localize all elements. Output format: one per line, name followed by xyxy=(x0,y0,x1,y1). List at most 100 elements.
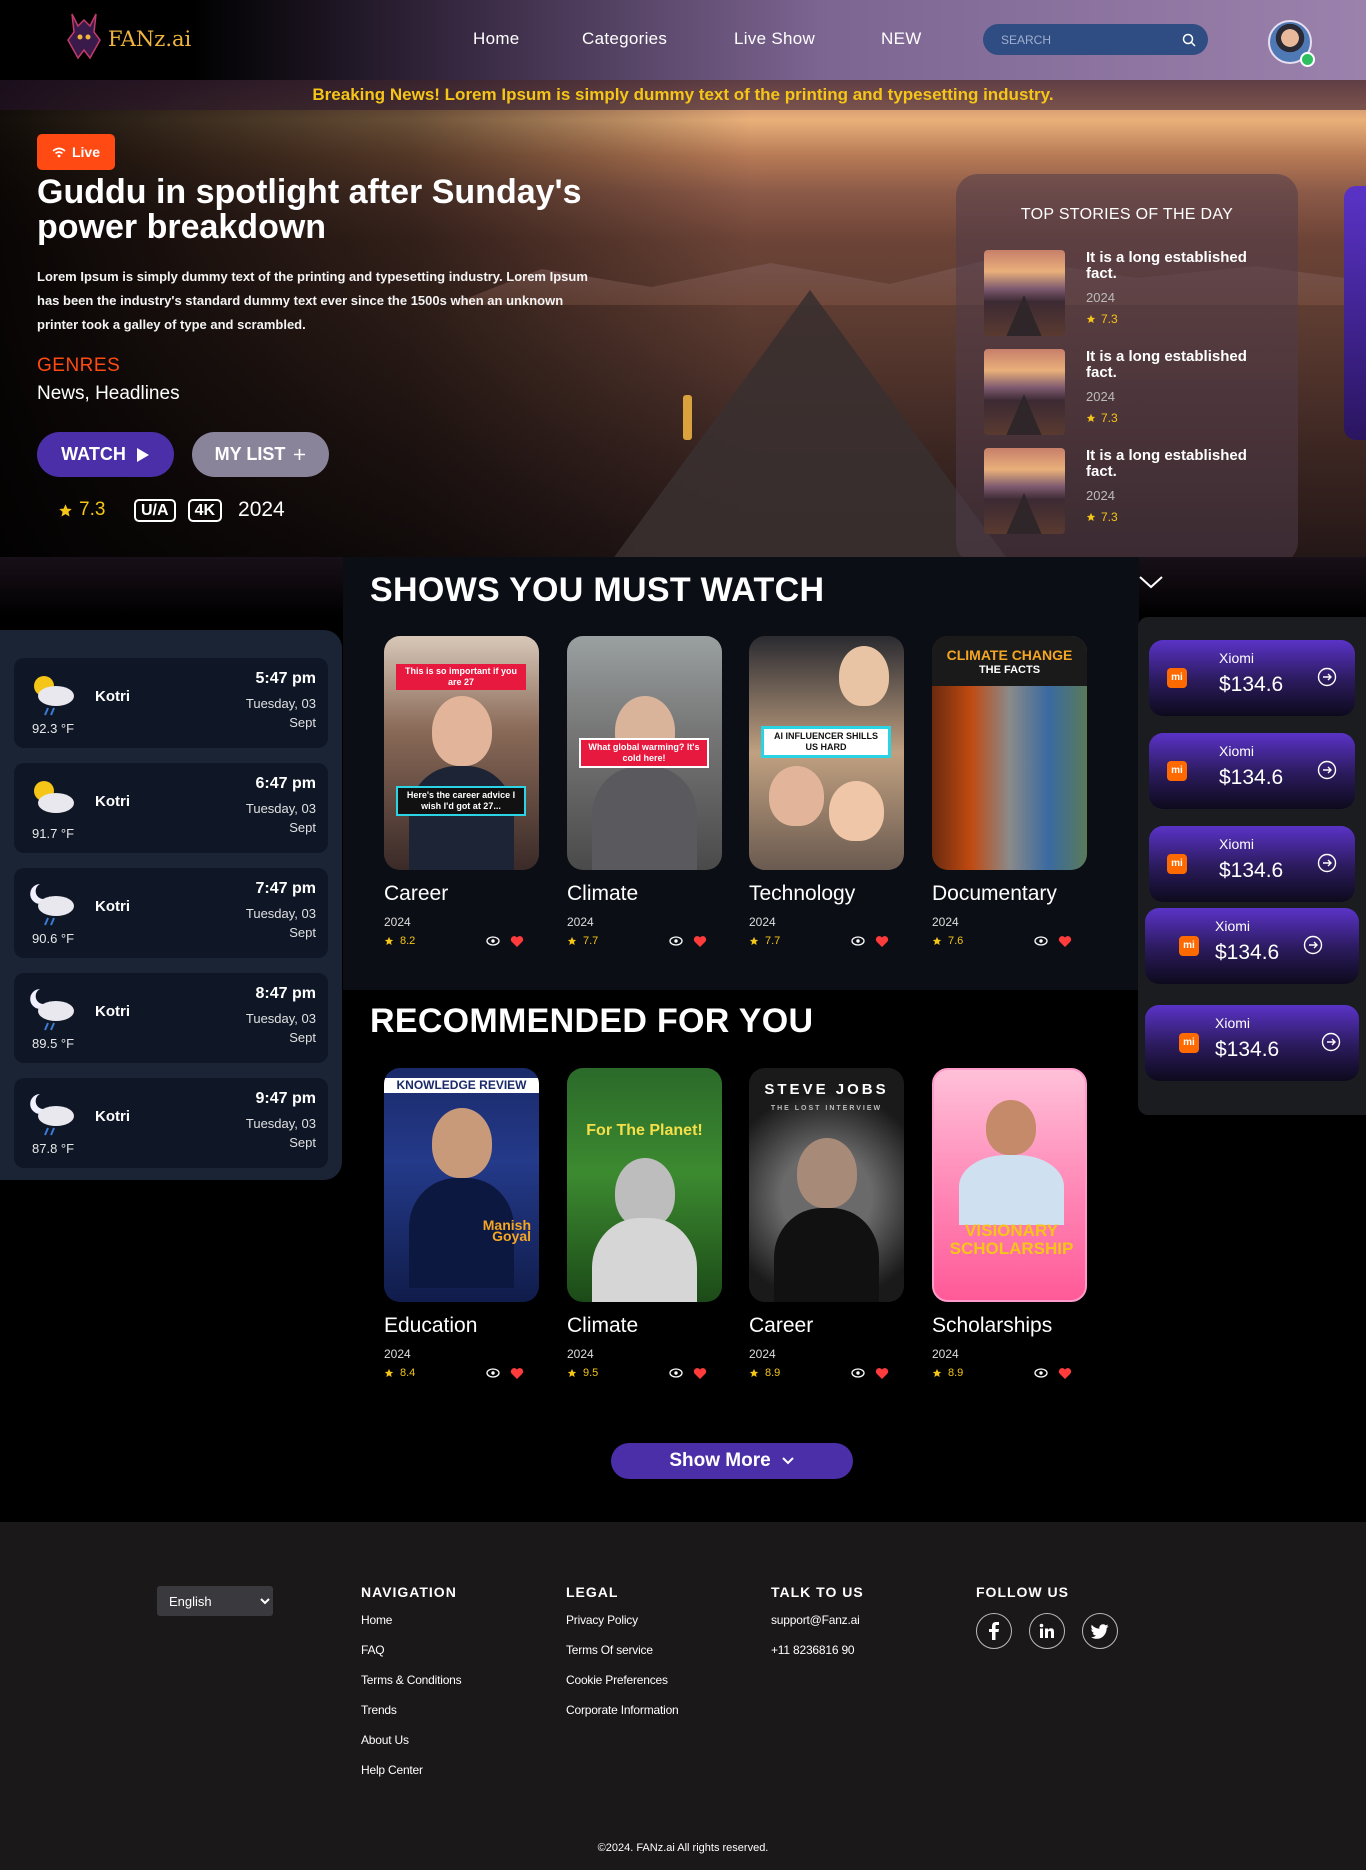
arrow-right-circle-icon[interactable] xyxy=(1317,760,1337,780)
logo[interactable]: FANz.ai xyxy=(66,10,191,62)
price-card[interactable]: mi Xiomi $134.6 xyxy=(1145,908,1359,984)
side-accent-tab[interactable] xyxy=(1344,186,1366,440)
twitter-icon[interactable] xyxy=(1082,1613,1118,1649)
footer-phone[interactable]: +11 8236816 90 xyxy=(771,1643,864,1657)
weather-time: 5:47 pm xyxy=(255,670,316,687)
card-year: 2024 xyxy=(932,1347,959,1361)
price-value: $134.6 xyxy=(1219,859,1284,882)
weather-month: Sept xyxy=(289,1030,316,1045)
eye-icon[interactable] xyxy=(669,935,683,947)
card-rating: 8.9 xyxy=(749,1367,780,1379)
arrow-right-circle-icon[interactable] xyxy=(1317,853,1337,873)
heart-icon[interactable] xyxy=(1058,1367,1072,1380)
mi-logo-icon: mi xyxy=(1167,668,1187,688)
eye-icon[interactable] xyxy=(851,935,865,947)
card-label: Climate xyxy=(567,882,639,905)
show-card-career[interactable]: This is so important if you are 27 Here'… xyxy=(384,636,539,947)
my-list-button[interactable]: MY LIST xyxy=(192,432,329,477)
language-select[interactable]: English xyxy=(157,1586,273,1616)
eye-icon[interactable] xyxy=(1034,1367,1048,1379)
nav-new[interactable]: NEW xyxy=(881,29,922,49)
chevron-down-icon[interactable] xyxy=(1138,572,1164,592)
footer-follow: FOLLOW US xyxy=(976,1584,1118,1649)
rec-card-education[interactable]: KNOWLEDGE REVIEW Manish Goyal Education … xyxy=(384,1068,539,1379)
heart-icon[interactable] xyxy=(693,935,707,948)
nav-categories[interactable]: Categories xyxy=(582,29,667,49)
footer-link-cookies[interactable]: Cookie Preferences xyxy=(566,1673,679,1687)
heart-icon[interactable] xyxy=(1058,935,1072,948)
heart-icon[interactable] xyxy=(693,1367,707,1380)
arrow-right-circle-icon[interactable] xyxy=(1317,667,1337,687)
watch-button[interactable]: WATCH xyxy=(37,432,174,477)
arrow-right-circle-icon[interactable] xyxy=(1321,1032,1341,1052)
eye-icon[interactable] xyxy=(669,1367,683,1379)
eye-icon[interactable] xyxy=(486,1367,500,1379)
search-icon[interactable] xyxy=(1182,33,1196,47)
footer-link-tos[interactable]: Terms Of service xyxy=(566,1643,679,1657)
copyright: ©2024. FANz.ai All rights reserved. xyxy=(597,1842,769,1854)
footer-link-privacy[interactable]: Privacy Policy xyxy=(566,1613,679,1627)
price-value: $134.6 xyxy=(1219,673,1284,696)
show-card-documentary[interactable]: CLIMATE CHANGE THE FACTS Documentary 202… xyxy=(932,636,1087,947)
weather-card[interactable]: 91.7 °F Kotri 6:47 pm Tuesday, 03 Sept xyxy=(14,763,328,853)
rec-card-scholarships[interactable]: VISIONARY SCHOLARSHIP Scholarships 2024 … xyxy=(932,1068,1087,1379)
tag-4k: 4K xyxy=(187,498,223,522)
footer-link-corporate[interactable]: Corporate Information xyxy=(566,1703,679,1717)
heart-icon[interactable] xyxy=(875,1367,889,1380)
show-more-button[interactable]: Show More xyxy=(611,1443,853,1479)
footer-link-faq[interactable]: FAQ xyxy=(361,1643,461,1657)
footer-link-home[interactable]: Home xyxy=(361,1613,461,1627)
story-item[interactable]: It is a long established fact. 2024 7.3 xyxy=(984,448,1274,534)
footer-link-terms[interactable]: Terms & Conditions xyxy=(361,1673,462,1687)
card-label: Education xyxy=(384,1314,478,1337)
show-card-technology[interactable]: AI INFLUENCER SHILLS US HARD Technology … xyxy=(749,636,904,947)
weather-city: Kotri xyxy=(95,898,130,915)
story-title: It is a long established fact. xyxy=(1086,447,1247,480)
price-card[interactable]: mi Xiomi $134.6 xyxy=(1145,1005,1359,1081)
linkedin-icon[interactable] xyxy=(1029,1613,1065,1649)
eye-icon[interactable] xyxy=(851,1367,865,1379)
card-thumbnail: VISIONARY SCHOLARSHIP xyxy=(932,1068,1087,1302)
show-card-climate[interactable]: What global warming? It's cold here! Cli… xyxy=(567,636,722,947)
card-rating-value: 7.7 xyxy=(765,935,781,947)
footer-link-about[interactable]: About Us xyxy=(361,1733,461,1747)
rec-card-career[interactable]: STEVE JOBS THE LOST INTERVIEW Career 202… xyxy=(749,1068,904,1379)
hero-title: Guddu in spotlight after Sunday's power … xyxy=(37,173,582,246)
story-item[interactable]: It is a long established fact. 2024 7.3 xyxy=(984,349,1274,435)
arrow-right-circle-icon[interactable] xyxy=(1303,935,1323,955)
live-badge[interactable]: Live xyxy=(37,134,115,170)
card-year: 2024 xyxy=(567,1347,594,1361)
weather-card[interactable]: 90.6 °F Kotri 7:47 pm Tuesday, 03 Sept xyxy=(14,868,328,958)
thumb-person-body xyxy=(592,766,697,870)
price-card[interactable]: mi Xiomi $134.6 xyxy=(1149,733,1355,809)
nav-home[interactable]: Home xyxy=(473,29,520,49)
heart-icon[interactable] xyxy=(875,935,889,948)
heart-icon[interactable] xyxy=(510,935,524,948)
footer-link-help[interactable]: Help Center xyxy=(361,1763,461,1777)
weather-card[interactable]: 92.3 °F Kotri 5:47 pm Tuesday, 03 Sept xyxy=(14,658,328,748)
card-rating: 7.6 xyxy=(932,935,963,947)
star-icon xyxy=(749,1368,759,1377)
card-label: Documentary xyxy=(932,882,1057,905)
weather-card[interactable]: 89.5 °F Kotri 8:47 pm Tuesday, 03 Sept xyxy=(14,973,328,1063)
price-card[interactable]: mi Xiomi $134.6 xyxy=(1149,640,1355,716)
weather-card[interactable]: 87.8 °F Kotri 9:47 pm Tuesday, 03 Sept xyxy=(14,1078,328,1168)
search-input[interactable] xyxy=(1001,32,1171,47)
eye-icon[interactable] xyxy=(486,935,500,947)
thumb-caption-bottom: THE LOST INTERVIEW xyxy=(770,1105,883,1112)
card-thumbnail: KNOWLEDGE REVIEW Manish Goyal xyxy=(384,1068,539,1302)
card-label: Career xyxy=(749,1314,814,1337)
star-icon xyxy=(1086,512,1096,521)
rec-card-climate[interactable]: For The Planet! Climate 2024 9.5 xyxy=(567,1068,722,1379)
moon-cloud-rain-icon xyxy=(30,989,74,1031)
heart-icon[interactable] xyxy=(510,1367,524,1380)
footer-email[interactable]: support@Fanz.ai xyxy=(771,1613,864,1627)
mi-logo-icon: mi xyxy=(1167,761,1187,781)
facebook-icon[interactable] xyxy=(976,1613,1012,1649)
footer-link-trends[interactable]: Trends xyxy=(361,1703,461,1717)
nav-live-show[interactable]: Live Show xyxy=(734,29,815,49)
price-card[interactable]: mi Xiomi $134.6 xyxy=(1149,826,1355,902)
eye-icon[interactable] xyxy=(1034,935,1048,947)
story-item[interactable]: It is a long established fact. 2024 7.3 xyxy=(984,250,1274,336)
logo-mask-icon xyxy=(66,10,102,62)
